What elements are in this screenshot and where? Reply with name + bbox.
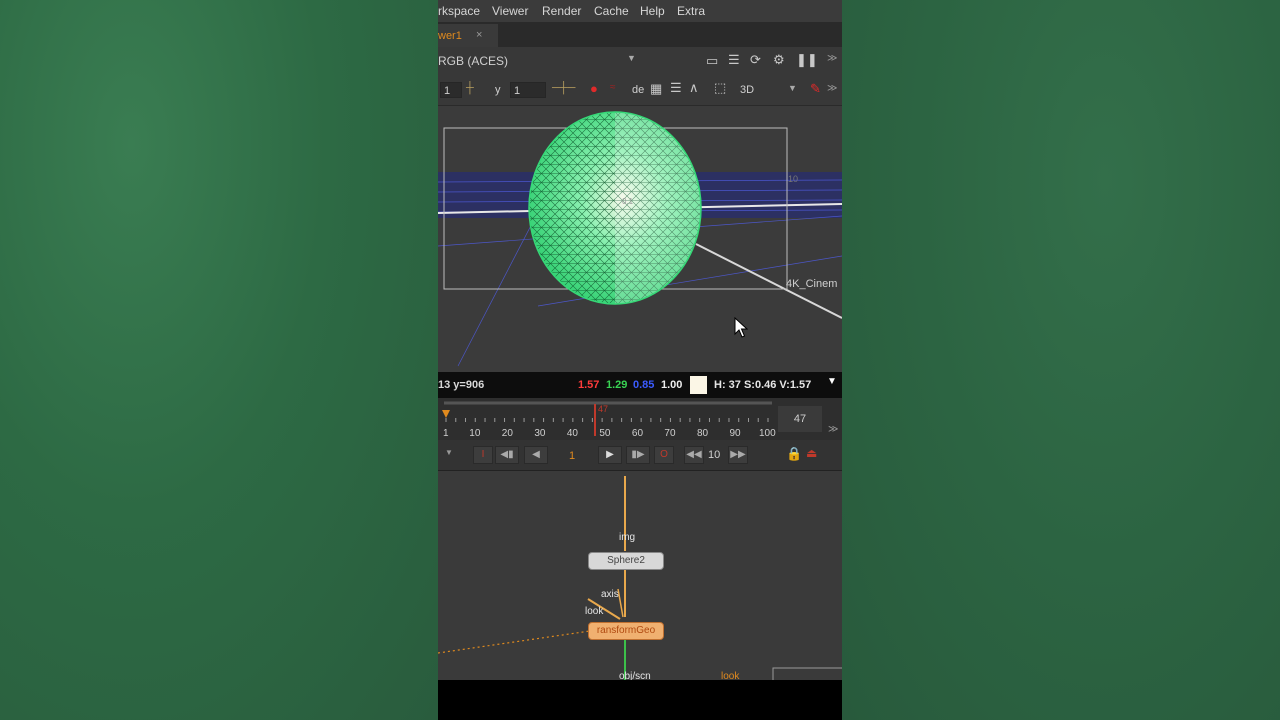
timeline-tick-label: 50	[599, 428, 611, 439]
roi-icon[interactable]: ⬚	[714, 80, 726, 96]
background-left	[0, 0, 438, 720]
pixel-info-bar: 13 y=906 1.57 1.29 0.85 1.00 H: 37 S:0.4…	[438, 372, 842, 398]
gain-slider-icon[interactable]: ┼	[466, 82, 474, 94]
tab-bar: wer1 ×	[438, 22, 842, 48]
timeline[interactable]: 47 1 10 20 30 40 50 60 70 80 90 100 47 ≫	[438, 398, 842, 440]
hsv-readout: H: 37 S:0.46 V:1.57	[714, 379, 812, 391]
format-label: 4K_Cinem	[786, 278, 837, 290]
transport-controls: ▼ I ◀▮ ◀ 1 ▶ ▮▶ O ◀◀ 10 ▶▶ 🔒 ⏏	[438, 440, 842, 471]
viewer-toolbar-bottom: 1 ┼ y 1 ─┼─ ● ≈ de ▦ ☰ ∧ ⬚ 3D ▼ ✎ ≫	[438, 75, 842, 106]
blue-value: 0.85	[633, 379, 655, 391]
goto-end-icon[interactable]: O	[654, 446, 674, 464]
view-mode-chevron-icon[interactable]: ▼	[788, 83, 797, 93]
mode-label[interactable]: de	[632, 84, 644, 96]
node-transformgeo[interactable]: ransformGeo	[588, 622, 664, 640]
grid-scale-label: 10	[788, 174, 798, 184]
timeline-tick-label: 30	[534, 428, 546, 439]
mouse-cursor-icon	[734, 317, 748, 338]
timeline-tick-label: 90	[729, 428, 741, 439]
viewer-toolbar-top: RGB (ACES) ▼ ▭ ☰ ⟳ ⚙ ❚❚ ≫	[438, 47, 842, 75]
tab-viewer1[interactable]: wer1 ×	[438, 24, 498, 47]
timeline-tick-label: 20	[501, 428, 513, 439]
timeline-tick-label: 60	[631, 428, 644, 439]
expand-chevron-icon[interactable]: ≫	[827, 53, 837, 64]
play-icon[interactable]: ▶	[598, 446, 622, 464]
timeline-expand-icon[interactable]: ≫	[828, 424, 838, 435]
info-dropdown-icon[interactable]: ▼	[827, 376, 837, 387]
gamma-y-field[interactable]: 1	[510, 82, 546, 98]
center-label: 0.1	[622, 197, 634, 206]
gamma-slider-icon[interactable]: ─┼─	[552, 82, 575, 94]
nuke-app-window: rkspace Viewer Render Cache Help Extra w…	[438, 0, 842, 720]
menu-viewer[interactable]: Viewer	[492, 4, 528, 18]
timeline-tick-label: 100	[759, 428, 776, 439]
img-input-label: img	[619, 532, 636, 543]
sphere-highlight	[615, 112, 701, 304]
bookmark-icon[interactable]: ⏏	[806, 446, 817, 460]
colorspace-select[interactable]: RGB (ACES)	[438, 54, 508, 68]
in-point-marker[interactable]	[442, 410, 450, 418]
timeline-tick-label: 80	[696, 428, 709, 439]
menu-extra[interactable]: Extra	[677, 4, 705, 18]
rewind-increment-icon[interactable]: ◀◀	[684, 446, 704, 464]
clip-warning-icon[interactable]: ≈	[610, 82, 616, 93]
menu-cache[interactable]: Cache	[594, 4, 629, 18]
tab-label: wer1	[438, 30, 462, 42]
pause-icon[interactable]: ❚❚	[796, 52, 818, 68]
forward-increment-icon[interactable]: ▶▶	[728, 446, 748, 464]
coords-readout: 13 y=906	[438, 379, 485, 391]
paint-icon[interactable]: ✎	[810, 81, 821, 97]
bottom-black-strip	[438, 680, 842, 720]
playback-mode-chevron-icon[interactable]: ▼	[445, 448, 453, 457]
obj-scn-output-label: obj/scn	[619, 671, 651, 680]
camera-icon[interactable]: ▦	[650, 81, 662, 97]
timeline-tick-label: 70	[664, 428, 676, 439]
window-layout-icon[interactable]: ▭	[706, 53, 718, 69]
settings-gear-icon[interactable]: ⚙	[773, 52, 785, 68]
alpha-value: 1.00	[661, 379, 683, 391]
frame-number[interactable]: 1	[569, 450, 575, 462]
expand-chevron-icon-2[interactable]: ≫	[827, 83, 837, 94]
chevron-down-icon[interactable]: ▼	[627, 53, 636, 63]
prev-keyframe-icon[interactable]: ◀▮	[495, 446, 519, 464]
playhead-frame-label: 47	[598, 404, 609, 414]
menu-help[interactable]: Help	[640, 4, 665, 18]
current-frame-field[interactable]: 47	[778, 406, 822, 432]
gain-x-field[interactable]: 1	[440, 82, 462, 98]
look-input-label: look	[585, 606, 604, 617]
lock-icon[interactable]: 🔒	[786, 446, 802, 462]
menu-bar: rkspace Viewer Render Cache Help Extra	[438, 0, 842, 22]
menu-workspace[interactable]: rkspace	[438, 4, 480, 18]
viewport-canvas: 10 0.1 4K_Cinem	[438, 111, 842, 367]
curve-icon[interactable]: ∧	[689, 80, 699, 96]
view-mode-select[interactable]: 3D	[740, 84, 754, 96]
background-right	[842, 0, 1280, 720]
list-icon[interactable]: ☰	[670, 80, 682, 96]
axis-input-label: axis	[601, 589, 619, 600]
refresh-icon[interactable]: ⟳	[750, 52, 761, 68]
viewer-3d[interactable]: 10 0.1 4K_Cinem	[438, 106, 842, 372]
close-icon[interactable]: ×	[476, 29, 482, 41]
node-connections	[438, 476, 842, 680]
frame-increment[interactable]: 10	[708, 449, 720, 461]
timeline-tick-label: 40	[566, 428, 578, 439]
menu-render[interactable]: Render	[542, 4, 581, 18]
node-graph[interactable]: img Sphere2 axis look ransformGeo obj/sc…	[438, 471, 842, 680]
color-swatch	[690, 376, 707, 394]
step-back-icon[interactable]: ◀	[524, 446, 548, 464]
y-label: y	[495, 84, 501, 96]
timeline-tick-label: 10	[469, 428, 481, 439]
timeline-tick-label: 1	[443, 428, 449, 439]
red-value: 1.57	[578, 379, 600, 391]
next-keyframe-icon[interactable]: ▮▶	[626, 446, 650, 464]
green-value: 1.29	[606, 379, 628, 391]
record-icon[interactable]: ●	[590, 81, 598, 96]
look-output-label: look	[721, 671, 740, 680]
goto-start-icon[interactable]: I	[473, 446, 493, 464]
menu-lines-icon[interactable]: ☰	[728, 52, 740, 68]
node-sphere[interactable]: Sphere2	[588, 552, 664, 570]
